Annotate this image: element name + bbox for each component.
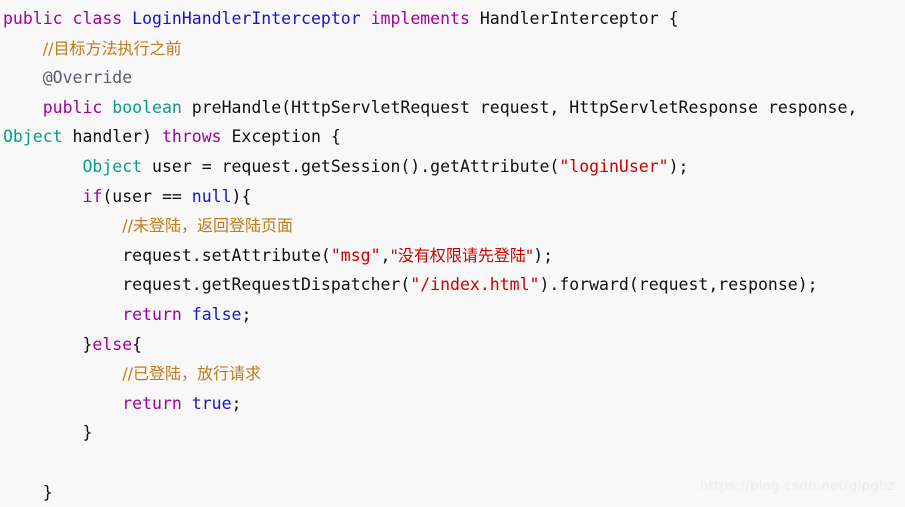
code-indent — [3, 335, 82, 354]
code-line: Object user = request.getSession().getAt… — [0, 152, 905, 182]
code-line: Object handler) throws Exception { — [0, 122, 905, 152]
code-token-plain: Exception { — [222, 127, 341, 146]
code-line: @Override — [0, 63, 905, 93]
code-token-plain: request.setAttribute( — [122, 246, 331, 265]
code-token-plain: ){ — [232, 187, 252, 206]
code-token-plain: handler) — [63, 127, 162, 146]
code-indent — [3, 275, 122, 294]
code-token-plain: } — [43, 483, 53, 502]
code-token-anno: @Override — [43, 68, 132, 87]
code-line: } — [0, 418, 905, 448]
code-token-plain — [361, 9, 371, 28]
code-token-plain: request.getRequestDispatcher( — [122, 275, 410, 294]
code-token-plain: (user == — [102, 187, 191, 206]
code-token-type: true — [192, 394, 232, 413]
code-line — [0, 448, 905, 478]
code-token-plain: preHandle(HttpServletRequest request, Ht… — [182, 98, 858, 117]
code-block: public class LoginHandlerInterceptor imp… — [0, 0, 905, 507]
code-token-plain — [122, 9, 132, 28]
code-token-plain: ).forward(request,response); — [539, 275, 817, 294]
code-token-kw: return — [122, 305, 182, 324]
code-line: }else{ — [0, 330, 905, 360]
code-token-plain: ); — [533, 246, 553, 265]
code-line: request.setAttribute("msg","没有权限请先登陆"); — [0, 241, 905, 271]
code-token-prim: boolean — [112, 98, 182, 117]
code-token-plain — [63, 9, 73, 28]
code-token-kw: throws — [162, 127, 222, 146]
code-line: return false; — [0, 300, 905, 330]
code-token-kw: public — [43, 98, 103, 117]
code-token-kw: implements — [371, 9, 470, 28]
code-line: request.getRequestDispatcher("/index.htm… — [0, 270, 905, 300]
code-indent — [3, 305, 122, 324]
code-indent — [3, 394, 122, 413]
code-token-plain: } — [82, 423, 92, 442]
code-token-plain — [182, 305, 192, 324]
code-line: //目标方法执行之前 — [0, 34, 905, 64]
code-token-kw: return — [122, 394, 182, 413]
code-line: if(user == null){ — [0, 182, 905, 212]
code-indent — [3, 483, 43, 502]
code-token-plain: } — [82, 335, 92, 354]
code-token-cmt: //未登陆，返回登陆页面 — [122, 216, 293, 235]
code-token-kw: public — [3, 9, 63, 28]
code-token-cmt: //已登陆，放行请求 — [122, 364, 261, 383]
watermark-text: https://blog.csdn.net/glpghz — [700, 478, 895, 494]
code-token-str: "msg" — [331, 246, 381, 265]
code-token-plain: ; — [241, 305, 251, 324]
code-token-plain: { — [132, 335, 142, 354]
code-indent — [3, 39, 43, 58]
code-token-plain: user = request.getSession().getAttribute… — [142, 157, 559, 176]
code-token-kw: else — [92, 335, 132, 354]
code-line: public boolean preHandle(HttpServletRequ… — [0, 93, 905, 123]
code-token-plain — [102, 98, 112, 117]
code-token-prim: Object — [3, 127, 63, 146]
code-indent — [3, 187, 82, 206]
code-indent — [3, 423, 82, 442]
code-indent — [3, 98, 43, 117]
code-indent — [3, 246, 122, 265]
code-token-kw: class — [73, 9, 123, 28]
code-line: return true; — [0, 389, 905, 419]
code-token-str: "/index.html" — [410, 275, 539, 294]
code-token-plain: ; — [232, 394, 242, 413]
code-token-plain: HandlerInterceptor { — [470, 9, 679, 28]
code-line: //未登陆，返回登陆页面 — [0, 211, 905, 241]
code-token-kw: if — [82, 187, 102, 206]
code-line: public class LoginHandlerInterceptor imp… — [0, 4, 905, 34]
code-indent — [3, 364, 122, 383]
code-token-type: false — [192, 305, 242, 324]
code-token-plain: ); — [669, 157, 689, 176]
code-token-str: "没有权限请先登陆" — [390, 246, 533, 265]
code-token-cmt: //目标方法执行之前 — [43, 39, 182, 58]
code-indent — [3, 216, 122, 235]
code-indent — [3, 157, 82, 176]
code-token-type: null — [192, 187, 232, 206]
code-indent — [3, 68, 43, 87]
code-token-prim: Object — [82, 157, 142, 176]
code-token-type: LoginHandlerInterceptor — [132, 9, 360, 28]
code-line: //已登陆，放行请求 — [0, 359, 905, 389]
code-token-plain: , — [381, 246, 391, 265]
code-token-str: "loginUser" — [559, 157, 668, 176]
code-token-plain — [182, 394, 192, 413]
